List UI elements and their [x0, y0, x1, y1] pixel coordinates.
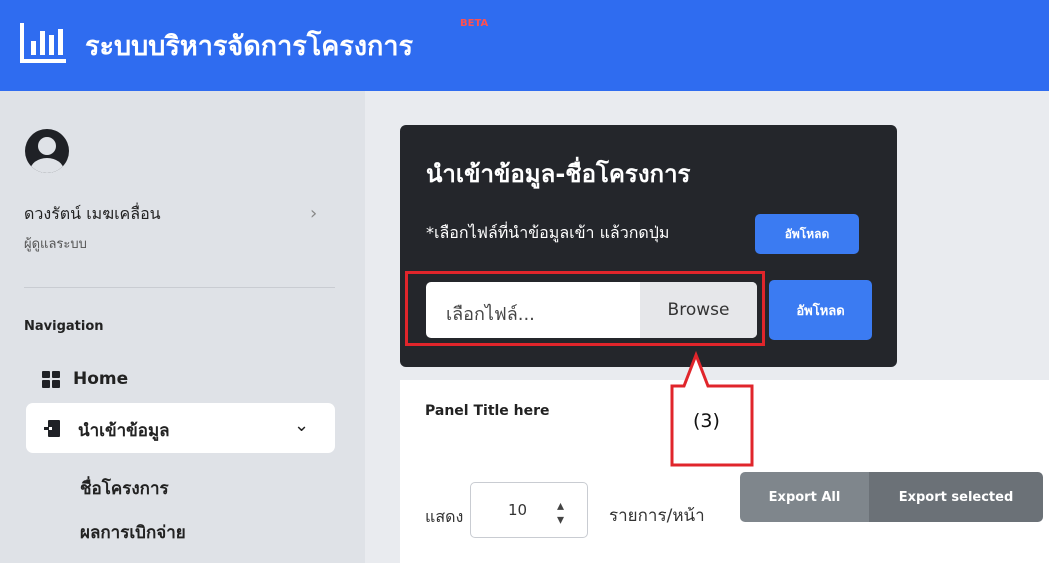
sidebar-item-home[interactable]: Home	[42, 366, 128, 392]
chevron-down-icon[interactable]: ⌄	[294, 415, 309, 436]
export-selected-button[interactable]: Export selected	[869, 472, 1043, 522]
sidebar-subitem-project-name[interactable]: ชื่อโครงการ	[80, 475, 169, 502]
show-label: แสดง	[425, 507, 464, 526]
data-panel: Panel Title here แสดง 10 ▴ ▾ รายการ/หน้า …	[400, 380, 1049, 563]
page-size-select[interactable]: 10 ▴ ▾	[470, 482, 588, 538]
page-size-value: 10	[508, 501, 528, 519]
app-title[interactable]: ระบบบริหารจัดการโครงการ	[85, 24, 413, 67]
sidebar-item-label: Home	[73, 369, 129, 389]
upload-button-inline[interactable]: อัพโหลด	[755, 214, 859, 254]
nav-heading: Navigation	[24, 319, 104, 334]
user-name[interactable]: ดวงรัตน์ เมฆเคลื่อน	[24, 202, 161, 227]
user-role: ผู้ดูแลระบบ	[24, 237, 87, 252]
sidebar: ดวงรัตน์ เมฆเคลื่อน ผู้ดูแลระบบ › Naviga…	[0, 91, 365, 563]
avatar[interactable]	[25, 129, 69, 173]
upload-button[interactable]: อัพโหลด	[769, 280, 872, 340]
annotation-highlight	[405, 271, 765, 346]
chevron-right-icon[interactable]: ›	[310, 203, 317, 224]
upload-hint: *เลือกไฟล์ที่นำข้อมูลเข้า แล้วกดปุ่ม	[426, 223, 670, 242]
sidebar-item-label: นำเข้าข้อมูล	[78, 421, 170, 441]
card-title: นำเข้าข้อมูล-ชื่อโครงการ	[426, 160, 691, 188]
per-page-label: รายการ/หน้า	[609, 506, 705, 526]
panel-title: Panel Title here	[425, 403, 550, 419]
export-all-button[interactable]: Export All	[740, 472, 869, 522]
sidebar-subitem-disbursement[interactable]: ผลการเบิกจ่าย	[80, 519, 186, 546]
top-navbar: ระบบบริหารจัดการโครงการ BETA	[0, 0, 1049, 91]
dashboard-grid-icon	[42, 370, 60, 388]
bar-chart-icon	[20, 23, 66, 63]
sort-arrows-icon: ▴ ▾	[557, 498, 565, 528]
file-import-icon	[44, 420, 60, 437]
beta-badge: BETA	[460, 18, 489, 29]
annotation-label: (3)	[693, 410, 720, 432]
divider	[24, 287, 335, 288]
sidebar-item-import[interactable]: นำเข้าข้อมูล ⌄	[26, 403, 335, 453]
